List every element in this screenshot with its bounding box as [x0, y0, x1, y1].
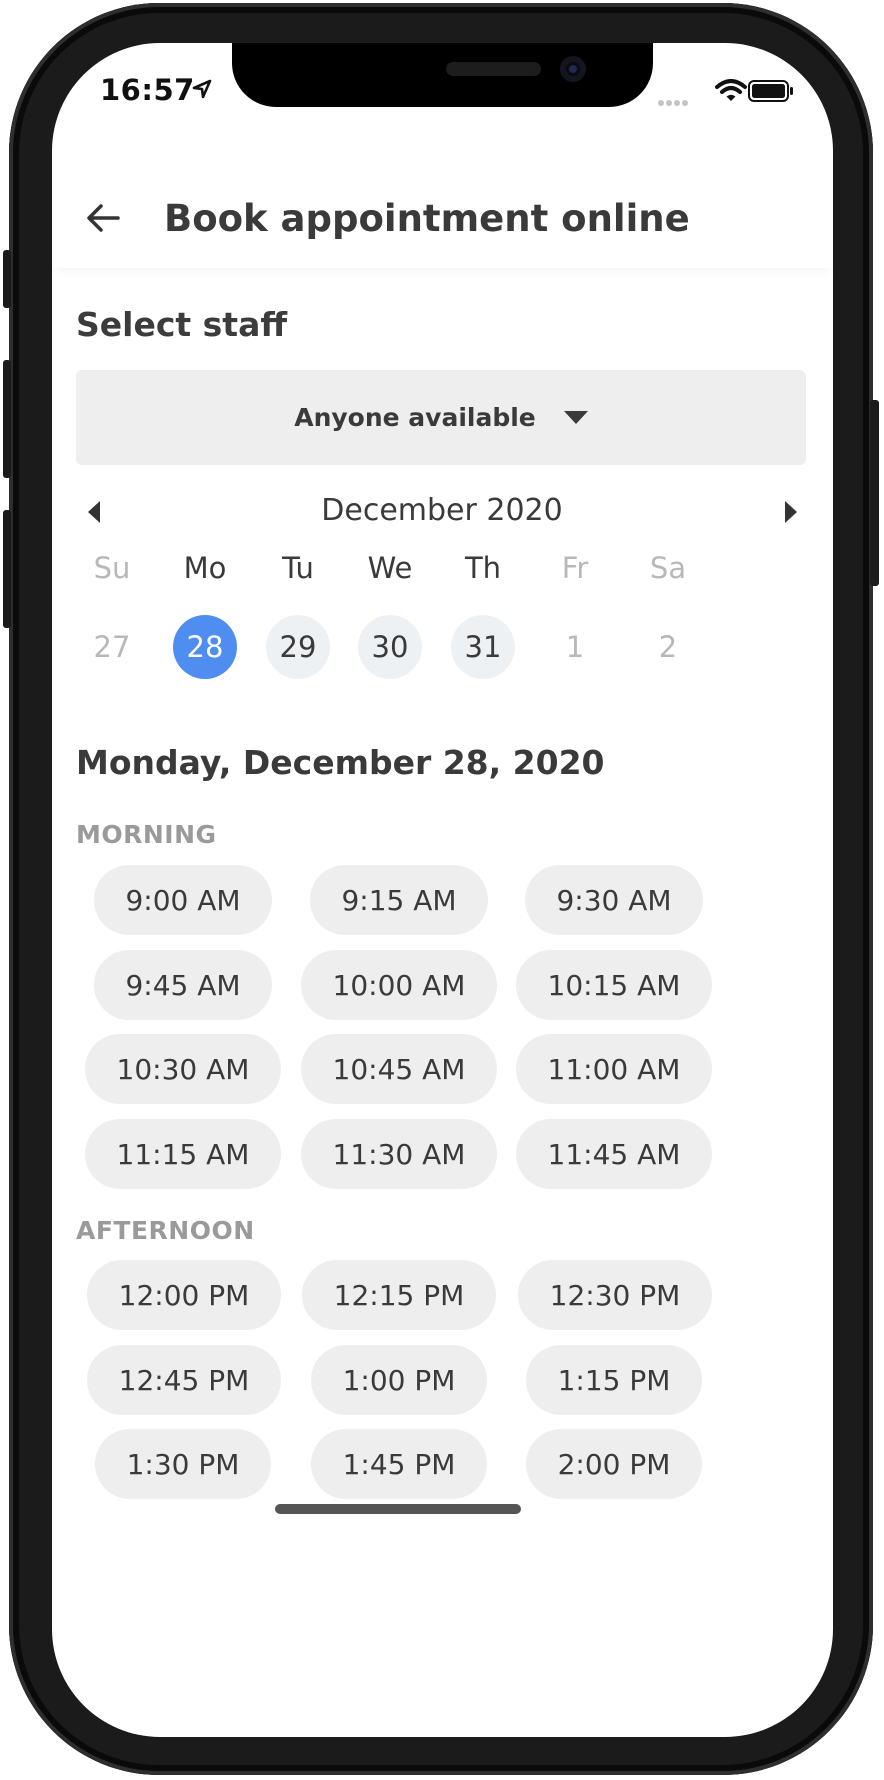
time-slot[interactable]: 1:45 PM	[311, 1429, 487, 1499]
home-indicator[interactable]	[275, 1504, 521, 1514]
power-button	[870, 400, 879, 586]
status-time: 16:57	[100, 73, 195, 107]
time-slot[interactable]: 10:30 AM	[85, 1034, 281, 1104]
previous-week-icon[interactable]	[88, 501, 100, 523]
staff-dropdown[interactable]: Anyone available	[76, 370, 806, 465]
weekday-label: Fr	[561, 551, 589, 585]
calendar-day: 27	[93, 630, 131, 664]
calendar-day[interactable]: 29	[266, 615, 330, 679]
wifi-icon	[715, 79, 747, 101]
selected-date-heading: Monday, December 28, 2020	[76, 743, 605, 782]
calendar-month: December 2020	[321, 493, 563, 528]
time-slot[interactable]: 9:00 AM	[94, 865, 272, 935]
mute-switch	[3, 250, 11, 308]
cellular-signal-icon	[658, 100, 688, 106]
morning-label: MORNING	[76, 820, 217, 849]
calendar-day[interactable]: 30	[358, 615, 422, 679]
time-slot[interactable]: 1:30 PM	[95, 1429, 271, 1499]
calendar-day: 1	[565, 630, 585, 664]
time-slot[interactable]: 10:15 AM	[516, 950, 712, 1020]
calendar-day-selected[interactable]: 28	[173, 615, 237, 679]
front-camera	[560, 56, 586, 82]
next-week-icon[interactable]	[785, 501, 797, 523]
time-slot[interactable]: 9:15 AM	[310, 865, 488, 935]
arrow-left-icon[interactable]	[86, 203, 120, 233]
time-slot[interactable]: 11:30 AM	[301, 1119, 497, 1189]
select-staff-label: Select staff	[76, 305, 288, 344]
time-slot[interactable]: 12:30 PM	[518, 1260, 712, 1330]
time-slot[interactable]: 11:15 AM	[85, 1119, 281, 1189]
time-slot[interactable]: 12:45 PM	[87, 1345, 281, 1415]
weekday-label: Th	[464, 551, 502, 585]
time-slot[interactable]: 11:45 AM	[516, 1119, 712, 1189]
weekday-label: Mo	[183, 551, 227, 585]
notch	[232, 43, 653, 107]
weekday-label: Tu	[282, 551, 314, 585]
phone-screen: 16:57 Book appointment online Select sta…	[52, 43, 833, 1737]
time-slot[interactable]: 1:15 PM	[526, 1345, 702, 1415]
afternoon-label: AFTERNOON	[76, 1216, 255, 1245]
volume-down-button	[3, 510, 11, 628]
volume-up-button	[3, 360, 11, 478]
time-slot[interactable]: 2:00 PM	[526, 1429, 702, 1499]
time-slot[interactable]: 10:45 AM	[301, 1034, 497, 1104]
location-arrow-icon	[192, 79, 212, 99]
calendar-day[interactable]: 31	[451, 615, 515, 679]
time-slot[interactable]: 10:00 AM	[301, 950, 497, 1020]
speaker	[446, 62, 541, 76]
page-title: Book appointment online	[164, 197, 690, 240]
caret-down-icon	[563, 411, 588, 424]
time-slot[interactable]: 1:00 PM	[311, 1345, 487, 1415]
weekday-label: We	[367, 551, 413, 585]
battery-icon	[748, 80, 793, 102]
time-slot[interactable]: 11:00 AM	[516, 1034, 712, 1104]
time-slot[interactable]: 12:00 PM	[87, 1260, 281, 1330]
calendar-day: 2	[658, 630, 678, 664]
time-slot[interactable]: 9:45 AM	[94, 950, 272, 1020]
time-slot[interactable]: 9:30 AM	[525, 865, 703, 935]
time-slot[interactable]: 12:15 PM	[302, 1260, 496, 1330]
app-header: Book appointment online	[52, 173, 833, 268]
weekday-label: Sa	[649, 551, 687, 585]
weekday-label: Su	[93, 551, 131, 585]
staff-dropdown-value: Anyone available	[294, 403, 536, 432]
